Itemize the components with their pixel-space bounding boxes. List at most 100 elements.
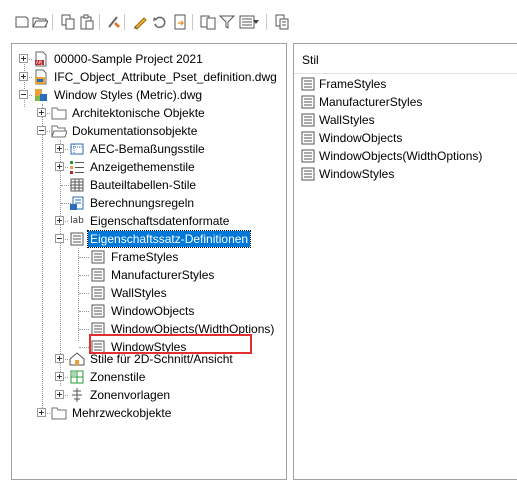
list-item[interactable]: FrameStyles — [300, 75, 386, 93]
tree-node-label: Zonenstile — [90, 370, 146, 384]
property-set-icon — [300, 112, 316, 128]
schedule-table-icon — [69, 177, 85, 193]
expand-toggle[interactable] — [37, 108, 46, 117]
list-column-header[interactable]: Stil — [294, 44, 517, 74]
list-item-label: WallStyles — [319, 113, 375, 127]
property-set-icon — [90, 267, 106, 283]
tree-node-label: Stile für 2D-Schnitt/Ansicht — [90, 352, 233, 366]
expand-toggle[interactable] — [19, 72, 28, 81]
expand-toggle[interactable] — [55, 354, 64, 363]
list-item-label: ManufacturerStyles — [319, 95, 423, 109]
tree-node-manufacturerstyles[interactable]: ManufacturerStyles — [90, 266, 216, 284]
paste-icon[interactable] — [77, 12, 97, 32]
tree-node-label: WindowObjects — [111, 304, 195, 318]
display-theme-icon — [69, 159, 85, 175]
expand-toggle[interactable] — [37, 408, 46, 417]
expand-toggle[interactable] — [55, 144, 64, 153]
property-format-icon: lab — [70, 216, 84, 226]
property-set-icon — [300, 148, 316, 164]
style-tree-panel[interactable]: APJ 00000-Sample Project 2021 IFC_Object… — [11, 43, 287, 480]
tree-node-architektonische-objekte[interactable]: Architektonische Objekte — [51, 104, 207, 122]
tree-node-ifc-dwg[interactable]: IFC_Object_Attribute_Pset_definition.dwg — [33, 68, 279, 86]
property-set-icon — [300, 94, 316, 110]
sync-icon[interactable] — [150, 12, 170, 32]
manage-icon[interactable] — [272, 12, 292, 32]
property-set-icon — [300, 130, 316, 146]
tree-node-label: 00000-Sample Project 2021 — [54, 52, 203, 66]
property-set-icon — [90, 249, 106, 265]
tree-node-label: WallStyles — [111, 286, 167, 300]
tree-node-label: ManufacturerStyles — [111, 268, 215, 282]
tree-node-aec-bemassungsstile[interactable]: AEC-Bemaßungsstile — [69, 140, 207, 158]
list-item[interactable]: WindowObjects — [300, 129, 402, 147]
dwg-file-icon — [33, 87, 49, 103]
tree-node-mehrzweckobjekte[interactable]: Mehrzweckobjekte — [51, 404, 173, 422]
tree-node-label: Dokumentationsobjekte — [72, 124, 198, 138]
view-mode-dropdown-icon[interactable] — [251, 12, 261, 32]
tree-node-zonenvorlagen[interactable]: Zonenvorlagen — [69, 386, 172, 404]
style-list-panel[interactable]: Stil FrameStyles ManufacturerStyles Wall… — [293, 43, 517, 480]
property-set-icon — [90, 303, 106, 319]
list-item-label: WindowObjects(WidthOptions) — [319, 149, 483, 163]
tree-node-label: Anzeigethemenstile — [90, 160, 195, 174]
tree-node-berechnungsregeln[interactable]: Berechnungsregeln — [69, 194, 196, 212]
tree-node-anzeigethemenstile[interactable]: Anzeigethemenstile — [69, 158, 197, 176]
tree-node-window-styles-dwg[interactable]: Window Styles (Metric).dwg — [33, 86, 204, 104]
tree-node-eigenschaftsdatenformate[interactable]: lab Eigenschaftsdatenformate — [69, 212, 231, 230]
tree-node-zonenstile[interactable]: Zonenstile — [69, 368, 147, 386]
expand-toggle[interactable] — [55, 216, 64, 225]
list-item[interactable]: ManufacturerStyles — [300, 93, 422, 111]
list-item-label: FrameStyles — [319, 77, 387, 91]
dimension-style-icon — [69, 141, 85, 157]
list-item[interactable]: WindowObjects(WidthOptions) — [300, 147, 482, 165]
new-document-icon[interactable] — [12, 12, 32, 32]
tree-node-label: Mehrzweckobjekte — [72, 406, 172, 420]
collapse-toggle[interactable] — [55, 234, 64, 243]
tree-node-windowobjects[interactable]: WindowObjects — [90, 302, 196, 320]
section-elevation-icon — [69, 351, 85, 367]
tree-node-label: Zonenvorlagen — [90, 388, 171, 402]
column-header-stil: Stil — [302, 53, 319, 67]
property-set-icon — [90, 285, 106, 301]
collapse-toggle[interactable] — [37, 126, 46, 135]
tree-node-eigenschaftssatz-definitionen[interactable]: Eigenschaftssatz-Definitionen — [69, 230, 252, 248]
expand-toggle[interactable] — [55, 390, 64, 399]
tree-node-label-selected: Eigenschaftssatz-Definitionen — [86, 230, 252, 248]
dwg-file-icon — [33, 69, 49, 85]
property-set-icon — [300, 76, 316, 92]
list-item-label: WindowStyles — [319, 167, 395, 181]
calculation-rule-icon — [69, 195, 85, 211]
collapse-toggle[interactable] — [19, 90, 28, 99]
purge-icon[interactable] — [104, 12, 124, 32]
tree-node-label: Eigenschaftsdatenformate — [90, 214, 230, 228]
zone-template-icon — [69, 387, 85, 403]
tree-node-dokumentationsobjekte[interactable]: Dokumentationsobjekte — [51, 122, 199, 140]
folder-icon — [51, 105, 67, 121]
list-item-label: WindowObjects — [319, 131, 403, 145]
svg-text:APJ: APJ — [36, 60, 42, 65]
tree-node-label: Berechnungsregeln — [90, 196, 195, 210]
import-icon[interactable] — [170, 12, 190, 32]
tree-node-label: Architektonische Objekte — [72, 106, 205, 120]
tree-node-bauteiltabellen-stile[interactable]: Bauteiltabellen-Stile — [69, 176, 198, 194]
list-item[interactable]: WallStyles — [300, 111, 375, 129]
tree-node-label: Bauteiltabellen-Stile — [90, 178, 197, 192]
tree-node-sample-project[interactable]: APJ 00000-Sample Project 2021 — [33, 50, 205, 68]
property-set-icon — [300, 166, 316, 182]
toolbar — [0, 0, 517, 40]
property-set-icon — [69, 231, 85, 247]
expand-toggle[interactable] — [55, 372, 64, 381]
expand-toggle[interactable] — [55, 162, 64, 171]
copy-icon[interactable] — [58, 12, 78, 32]
open-folder-icon[interactable] — [30, 12, 50, 32]
filter-icon[interactable] — [217, 12, 237, 32]
expand-toggle[interactable] — [19, 54, 28, 63]
project-file-icon: APJ — [33, 51, 49, 67]
tree-node-label: IFC_Object_Attribute_Pset_definition.dwg — [54, 70, 277, 84]
export-icon[interactable] — [198, 12, 218, 32]
tree-node-framestyles[interactable]: FrameStyles — [90, 248, 180, 266]
edit-style-icon[interactable] — [130, 12, 150, 32]
list-item[interactable]: WindowStyles — [300, 165, 394, 183]
tree-node-wallstyles[interactable]: WallStyles — [90, 284, 169, 302]
tree-node-stile-2d-schnitt[interactable]: Stile für 2D-Schnitt/Ansicht — [69, 350, 235, 368]
